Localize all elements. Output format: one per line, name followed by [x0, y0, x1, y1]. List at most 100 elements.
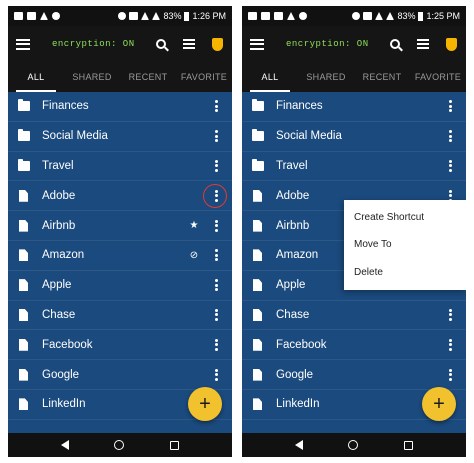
- tab-shared[interactable]: SHARED: [64, 62, 120, 92]
- list-view-button[interactable]: [416, 37, 430, 51]
- more-options-button[interactable]: [210, 368, 222, 382]
- more-options-button[interactable]: [444, 368, 456, 382]
- list-item-google[interactable]: Google: [8, 360, 232, 390]
- calendar-icon: [27, 12, 36, 20]
- system-nav-bar: [242, 433, 466, 457]
- folder-icon: [252, 158, 264, 171]
- back-icon[interactable]: [294, 440, 303, 450]
- list-item-airbnb[interactable]: Airbnb ★: [8, 211, 232, 241]
- list-item-finances[interactable]: Finances: [8, 92, 232, 122]
- file-icon: [19, 219, 28, 232]
- download-icon: [40, 12, 48, 20]
- more-options-button[interactable]: [444, 308, 456, 322]
- menu-item-create-shortcut[interactable]: Create Shortcut: [344, 204, 466, 231]
- list-item-adobe[interactable]: Adobe: [8, 181, 232, 212]
- image-icon: [248, 12, 257, 20]
- menu-icon[interactable]: [250, 38, 264, 50]
- list-item-apple[interactable]: Apple: [8, 271, 232, 301]
- more-options-button[interactable]: [210, 248, 222, 262]
- file-icon: [253, 249, 262, 262]
- item-label: Chase: [276, 308, 310, 321]
- encryption-status-title: encryption: ON: [286, 39, 369, 49]
- more-options-button[interactable]: [210, 308, 222, 322]
- file-icon: [19, 308, 28, 321]
- more-options-button[interactable]: [210, 99, 222, 113]
- clock: 1:26 PM: [192, 11, 226, 21]
- search-button[interactable]: [388, 37, 402, 51]
- tab-favorite[interactable]: FAVORITE: [410, 62, 466, 92]
- vibrate-icon: [363, 12, 373, 20]
- item-label: Social Media: [276, 130, 342, 143]
- tab-all[interactable]: ALL: [8, 62, 64, 92]
- more-options-button[interactable]: [444, 338, 456, 352]
- list-item-travel[interactable]: Travel: [242, 152, 466, 182]
- recent-apps-icon[interactable]: [170, 440, 180, 450]
- home-icon[interactable]: [348, 440, 359, 450]
- more-options-button[interactable]: [444, 99, 456, 113]
- list-item-facebook[interactable]: Facebook: [8, 330, 232, 361]
- tab-all[interactable]: ALL: [242, 62, 298, 92]
- bluetooth-icon: [352, 12, 361, 20]
- file-list: Finances Social Media Travel Adobe Airbn…: [8, 92, 232, 433]
- menu-item-delete[interactable]: Delete: [344, 259, 466, 286]
- item-label: Finances: [42, 100, 89, 113]
- list-item-travel[interactable]: Travel: [8, 152, 232, 182]
- vibrate-icon: [129, 12, 139, 20]
- more-options-button[interactable]: [210, 129, 222, 143]
- list-item-chase[interactable]: Chase: [242, 301, 466, 331]
- add-button[interactable]: +: [422, 387, 456, 421]
- image-icon: [14, 12, 23, 20]
- home-icon[interactable]: [114, 440, 125, 450]
- item-label: Chase: [42, 308, 76, 321]
- tab-recent[interactable]: RECENT: [120, 62, 176, 92]
- more-options-button-highlighted[interactable]: [203, 183, 227, 208]
- file-icon: [19, 279, 28, 292]
- item-label: Adobe: [42, 189, 76, 202]
- search-button[interactable]: [154, 37, 168, 51]
- wifi-icon: [141, 12, 150, 20]
- list-view-button[interactable]: [182, 37, 196, 51]
- item-label: Google: [276, 368, 314, 381]
- menu-item-move-to[interactable]: Move To: [344, 231, 466, 258]
- status-notification-icons: [248, 12, 307, 20]
- shield-icon: [211, 37, 223, 51]
- system-nav-bar: [8, 433, 232, 457]
- tab-favorite[interactable]: FAVORITE: [176, 62, 232, 92]
- folder-icon: [252, 99, 264, 112]
- shield-button[interactable]: [210, 37, 224, 51]
- dot-icon: [299, 12, 307, 20]
- more-options-button[interactable]: [210, 278, 222, 292]
- back-icon[interactable]: [60, 440, 69, 450]
- signal-icon: [152, 12, 161, 20]
- more-options-button[interactable]: [210, 219, 222, 233]
- file-icon: [19, 368, 28, 381]
- add-button[interactable]: +: [188, 387, 222, 421]
- battery-percent: 83%: [397, 11, 416, 21]
- list-item-amazon[interactable]: Amazon ⊘: [8, 241, 232, 271]
- more-options-button[interactable]: [444, 159, 456, 173]
- battery-percent: 83%: [163, 11, 182, 21]
- star-icon: ★: [189, 220, 199, 232]
- list-item-finances[interactable]: Finances: [242, 92, 466, 122]
- file-icon: [253, 308, 262, 321]
- list-item-facebook[interactable]: Facebook: [242, 330, 466, 361]
- tab-recent[interactable]: RECENT: [354, 62, 410, 92]
- menu-icon[interactable]: [16, 38, 30, 50]
- calendar-icon: [261, 12, 270, 20]
- shield-button[interactable]: [444, 37, 458, 51]
- status-bar: 83% 1:26 PM: [8, 6, 232, 26]
- list-item-google[interactable]: Google: [242, 360, 466, 390]
- file-icon: [253, 338, 262, 351]
- item-label: Amazon: [42, 249, 85, 262]
- list-item-social-media[interactable]: Social Media: [242, 122, 466, 152]
- list-item-social-media[interactable]: Social Media: [8, 122, 232, 152]
- list-item-chase[interactable]: Chase: [8, 301, 232, 331]
- more-options-button[interactable]: [444, 129, 456, 143]
- list-icon: [183, 39, 195, 49]
- tab-shared[interactable]: SHARED: [298, 62, 354, 92]
- recent-apps-icon[interactable]: [404, 440, 414, 450]
- more-options-button[interactable]: [210, 338, 222, 352]
- more-options-button[interactable]: [210, 159, 222, 173]
- file-icon: [253, 398, 262, 411]
- search-icon: [390, 39, 400, 49]
